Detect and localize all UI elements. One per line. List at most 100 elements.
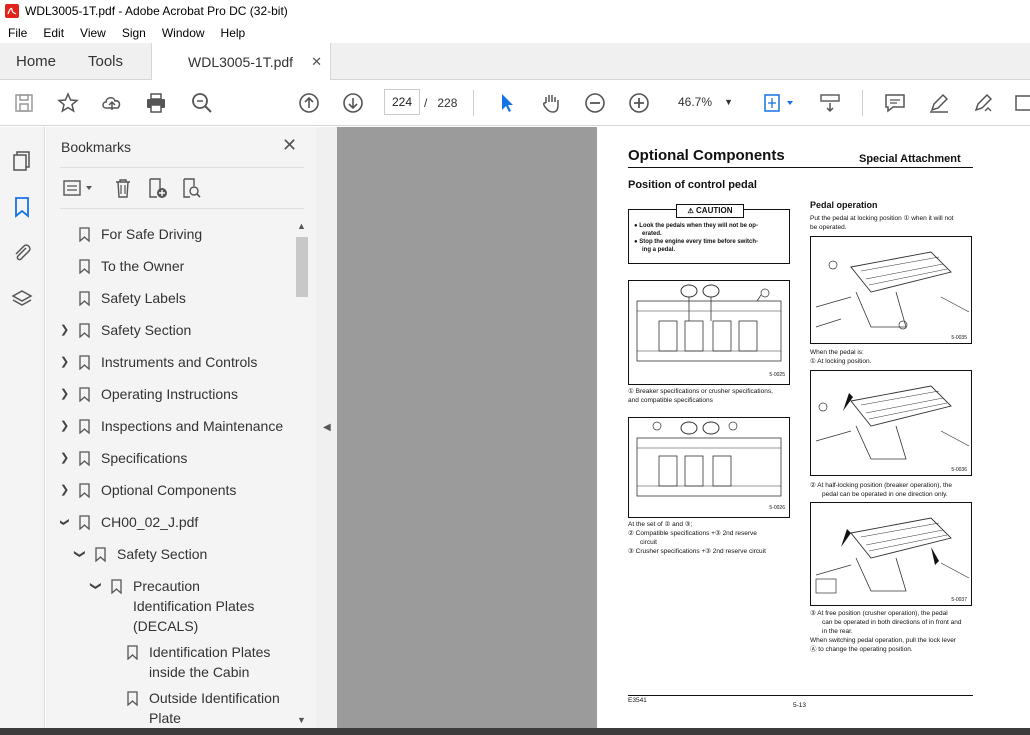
pedal-diagram [636,421,782,497]
toolbar-divider [862,90,863,116]
caution-line: Stop the engine every time before switch… [639,239,758,245]
bookmark-scrollbar[interactable]: ▲ ▼ [296,221,308,729]
chevron-down-icon[interactable]: ❯ [86,581,106,590]
figure-caption: ① Breaker specifications or crusher spec… [628,387,773,405]
page-down-icon[interactable] [341,91,365,115]
bookmark-icon [127,645,138,660]
bookmark-icon [79,259,90,274]
bookmark-label: (DECALS) [133,618,199,634]
comment-icon[interactable] [883,91,907,115]
chevron-right-icon[interactable]: ❯ [60,480,69,500]
window-title: WDL3005-1T.pdf - Adobe Acrobat Pro DC (3… [25,4,288,18]
attachments-icon[interactable] [10,241,34,265]
navigation-rail [0,127,45,735]
collapse-panel-icon[interactable]: ◀ [323,422,331,433]
options-menu-icon[interactable] [62,177,96,199]
menu-window[interactable]: Window [154,26,213,40]
caution-body: ● Look the pedals when they will not be … [634,223,758,253]
fit-page-icon[interactable] [762,91,796,115]
panel-collapse-strip: ◀ [316,127,337,735]
figure-code: 5-0026 [769,505,785,511]
bookmark-label: Identification Plates [133,598,255,614]
layers-icon[interactable] [10,287,34,311]
sign-pen-icon[interactable] [971,91,995,115]
menu-view[interactable]: View [72,26,114,40]
new-bookmark-icon[interactable] [146,177,168,199]
tab-tools[interactable]: Tools [88,43,123,80]
bookmark-icon [111,579,122,594]
tab-document-label: WDL3005-1T.pdf [188,54,294,70]
menu-file[interactable]: File [0,26,35,40]
figure-code: 5-0037 [951,597,967,603]
zoom-out-icon[interactable] [583,91,607,115]
chevron-down-icon[interactable]: ❯ [70,549,90,558]
highlight-pen-icon[interactable] [927,91,951,115]
scroll-up-icon[interactable]: ▲ [297,221,306,231]
zoom-in-icon[interactable] [627,91,651,115]
scroll-down-icon[interactable]: ▼ [297,715,306,725]
upload-cloud-icon[interactable] [100,91,124,115]
tab-home[interactable]: Home [16,43,56,80]
text-line: be operated. [810,224,847,231]
figure-pedals-2: 5-0026 [628,417,790,518]
text-line: pedal can be operated in one direction o… [822,491,948,498]
close-tab-icon[interactable]: ✕ [311,54,322,70]
tab-document[interactable]: WDL3005-1T.pdf ✕ [151,43,331,81]
chevron-right-icon[interactable]: ❯ [60,320,69,340]
more-tools-icon[interactable] [1012,91,1030,115]
pdf-page: Optional Components Special Attachment P… [597,127,1030,730]
chevron-down-icon[interactable]: ❯ [60,517,74,526]
caution-label: ⚠ CAUTION [676,204,744,218]
bookmark-icon [79,419,90,434]
bookmark-label: Instruments and Controls [101,354,258,370]
print-icon[interactable] [144,91,168,115]
bookmark-list: For Safe Driving To the Owner Safety Lab… [60,219,296,729]
bookmark-icon [79,451,90,466]
bookmark-label: Safety Labels [101,290,186,306]
chevron-right-icon[interactable]: ❯ [60,384,69,404]
caption-line: and compatible specifications [628,397,713,404]
figure-half-locking: 5-0036 [810,370,972,476]
menu-edit[interactable]: Edit [35,26,72,40]
set-line: circuit [640,539,657,546]
tab-bar: Home Tools WDL3005-1T.pdf ✕ [0,43,1030,81]
page-thumbnails-icon[interactable] [10,149,34,173]
chevron-right-icon[interactable]: ❯ [60,448,69,468]
bookmark-label: Operating Instructions [101,386,238,402]
figure-locking: 5-0035 [810,236,972,344]
toolbar [0,80,1030,126]
menu-help[interactable]: Help [213,26,254,40]
set-line: ② Compatible specifications +③ 2nd reser… [628,530,757,537]
menu-sign[interactable]: Sign [114,26,154,40]
scroll-mode-icon[interactable] [818,91,842,115]
save-icon[interactable] [12,91,36,115]
select-cursor-icon[interactable] [495,91,519,115]
pedal-lock-diagram [815,251,970,330]
footer-page-number: 5-13 [793,702,807,709]
hand-tool-icon[interactable] [539,91,563,115]
panel-title: Bookmarks [61,139,132,155]
zoom-select[interactable]: 46.7% ▼ [671,89,741,115]
text-line: Ⓐ to change the operating position. [810,646,913,653]
pedal-free-diagram [815,517,970,594]
pedal-diagram [636,284,782,362]
find-bookmark-icon[interactable] [180,177,202,199]
footer-rule [628,695,973,696]
zoom-search-icon[interactable] [190,91,214,115]
chevron-right-icon[interactable]: ❯ [60,416,69,436]
bookmark-icon [79,515,90,530]
current-page-input[interactable]: 224 [384,89,420,115]
caution-line: erated. [642,231,662,237]
bookmark-panel-icon[interactable] [10,195,34,219]
scrollbar-thumb[interactable] [296,237,308,297]
chevron-right-icon[interactable]: ❯ [60,352,69,372]
taskbar-strip [0,728,1030,735]
pedal-half-diagram [815,385,970,460]
delete-icon[interactable] [112,177,134,199]
caution-box: ⚠ CAUTION ● Look the pedals when they wi… [628,204,790,264]
bookmark-toolbar [60,167,304,209]
star-icon[interactable] [56,91,80,115]
page-up-icon[interactable] [297,91,321,115]
set-line: At the set of ② and ③; [628,521,693,528]
close-icon[interactable]: ✕ [282,135,297,156]
